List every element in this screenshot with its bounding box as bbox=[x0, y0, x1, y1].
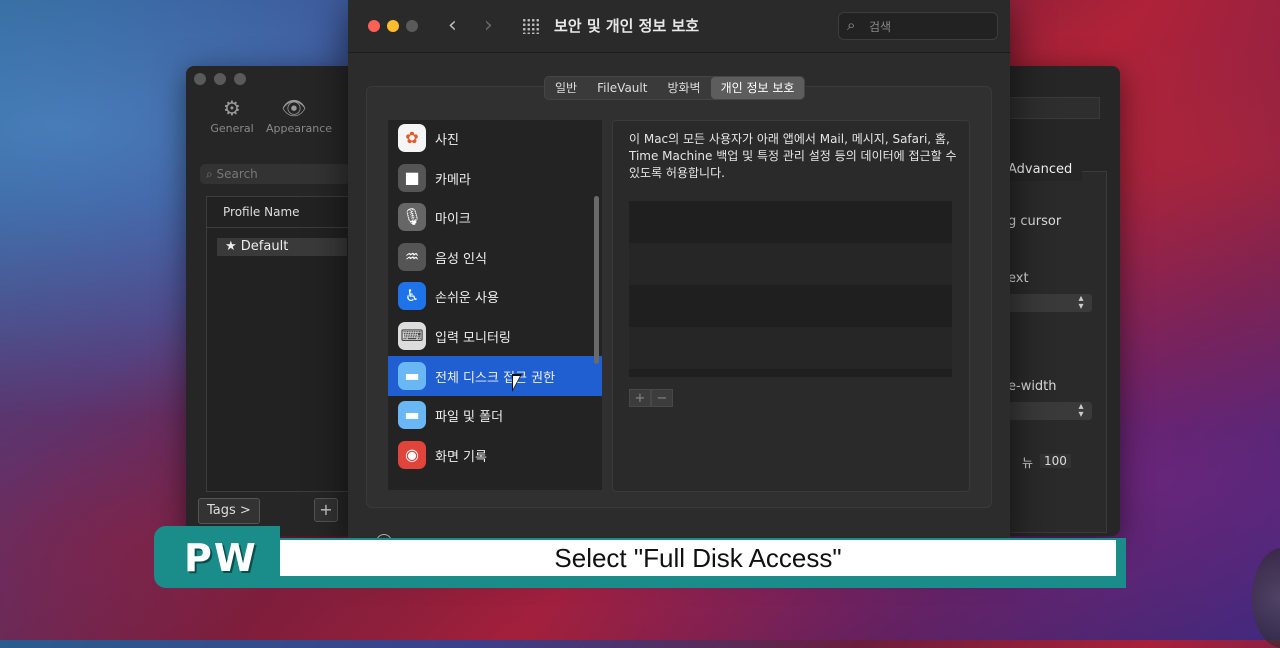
app-list[interactable] bbox=[629, 201, 952, 377]
table-row[interactable]: ★ Default bbox=[217, 238, 347, 256]
tab-advanced[interactable]: Advanced bbox=[1008, 159, 1083, 181]
list-scrollbar[interactable] bbox=[594, 196, 599, 364]
camera-icon: ■ bbox=[398, 163, 426, 192]
toolbar-general[interactable]: ⚙ General bbox=[204, 96, 260, 135]
setting-select[interactable]: ▴ ▾ bbox=[1008, 402, 1092, 420]
privacy-item-label: 입력 모니터링 bbox=[435, 331, 511, 346]
minimize-button[interactable] bbox=[387, 20, 399, 32]
tab-filevault[interactable]: FileVault bbox=[587, 77, 657, 99]
profile-search-input[interactable]: ⌕ Search bbox=[200, 164, 350, 184]
search-icon: ⌕ bbox=[847, 16, 856, 34]
keyboard-icon: ⌨ bbox=[398, 322, 426, 350]
toolbar-field bbox=[1008, 97, 1100, 119]
privacy-item-label: 음성 인식 bbox=[435, 251, 487, 267]
toolbar-appearance[interactable]: 👁 Appearance bbox=[266, 96, 332, 135]
privacy-item-2[interactable]: 🎙 마이크 bbox=[388, 197, 602, 237]
list-row-stripe bbox=[629, 201, 952, 243]
setting-label: g cursor bbox=[1008, 214, 1062, 229]
titlebar: ‹ › 보안 및 개인 정보 보호 ⌕ bbox=[348, 0, 1010, 53]
photos-icon: ✿ bbox=[398, 124, 426, 152]
privacy-item-0[interactable]: ✿ 사진 bbox=[388, 120, 602, 158]
screen-recording-icon: ◉ bbox=[398, 440, 426, 469]
setting-select[interactable]: ▴ ▾ bbox=[1008, 294, 1092, 312]
mouse-pointer-fill bbox=[513, 376, 520, 389]
close-dot[interactable] bbox=[194, 73, 206, 85]
folder-icon: ▬ bbox=[398, 401, 426, 430]
tab-general[interactable]: 일반 bbox=[545, 77, 587, 99]
privacy-item-8[interactable]: ◉ 화면 기록 bbox=[388, 435, 602, 475]
gear-icon: ⚙ bbox=[223, 96, 241, 120]
close-button[interactable] bbox=[368, 20, 380, 32]
privacy-item-4[interactable]: ♿ 손쉬운 사용 bbox=[388, 276, 602, 316]
privacy-item-1[interactable]: ■ 카메라 bbox=[388, 158, 602, 198]
tab-bar: 일반 FileVault 방화벽 개인 정보 보호 bbox=[544, 76, 806, 100]
add-app-button[interactable]: + bbox=[629, 389, 651, 407]
speech-recognition-icon: ♒ bbox=[398, 242, 426, 271]
list-row-stripe bbox=[629, 369, 952, 377]
privacy-item-7[interactable]: ▬ 파일 및 폴더 bbox=[388, 395, 602, 435]
spin-label: 뉴 bbox=[1022, 456, 1034, 470]
background-window-left: ⚙ General 👁 Appearance ⌕ Search Profile … bbox=[186, 66, 356, 536]
microphone-icon: 🎙 bbox=[398, 203, 426, 232]
pw-logo: PW bbox=[154, 526, 280, 588]
back-button[interactable]: ‹ bbox=[448, 13, 457, 38]
setting-label: ext bbox=[1008, 271, 1029, 286]
list-row-stripe bbox=[629, 285, 952, 327]
background-window-right: Advanced g cursor ext ▴ ▾ e-width ▴ ▾ 뉴 10… bbox=[1008, 66, 1120, 536]
privacy-item-label: 사진 bbox=[435, 133, 459, 148]
permission-panel: 이 Mac의 모든 사용자가 아래 앱에서 Mail, 메시지, Safari,… bbox=[612, 120, 970, 492]
spin-value-field[interactable]: 100 bbox=[1040, 454, 1071, 468]
window-title: 보안 및 개인 정보 보호 bbox=[554, 17, 700, 35]
search-icon: ⌕ bbox=[206, 167, 217, 181]
privacy-item-label: 파일 및 폴더 bbox=[435, 410, 504, 426]
permission-description: 이 Mac의 모든 사용자가 아래 앱에서 Mail, 메시지, Safari,… bbox=[629, 132, 957, 180]
setting-label: e-width bbox=[1008, 379, 1057, 394]
privacy-item-label: 손쉬운 사용 bbox=[435, 291, 499, 307]
accessibility-icon: ♿ bbox=[398, 282, 426, 311]
minimize-dot[interactable] bbox=[214, 73, 226, 85]
privacy-item-6[interactable]: ▬ 전체 디스크 접근 권한 bbox=[388, 355, 602, 396]
show-all-grid-icon[interactable] bbox=[522, 18, 540, 34]
caption-text: Select "Full Disk Access" bbox=[280, 540, 1116, 576]
tags-button[interactable]: Tags > bbox=[198, 498, 260, 524]
folder-icon: ▬ bbox=[398, 361, 426, 390]
chevron-updown-icon: ▴ ▾ bbox=[1078, 401, 1084, 420]
profile-table: Profile Name ★ Default bbox=[206, 196, 356, 492]
privacy-item-5[interactable]: ⌨ 입력 모니터링 bbox=[388, 316, 602, 356]
privacy-item-label: 화면 기록 bbox=[435, 449, 487, 465]
privacy-item-label: 카메라 bbox=[435, 172, 471, 188]
tab-firewall[interactable]: 방화벽 bbox=[657, 77, 710, 99]
search-input[interactable] bbox=[867, 18, 991, 36]
tab-privacy[interactable]: 개인 정보 보호 bbox=[710, 77, 805, 99]
privacy-item-label: 전체 디스크 접근 권한 bbox=[435, 370, 556, 386]
add-remove-buttons: + − bbox=[629, 389, 673, 407]
add-profile-button[interactable]: + bbox=[314, 498, 338, 522]
security-privacy-window: ‹ › 보안 및 개인 정보 보호 ⌕ 일반 FileVault 방화벽 개인 … bbox=[348, 0, 1010, 548]
zoom-dot[interactable] bbox=[234, 73, 246, 85]
chevron-updown-icon: ▴ ▾ bbox=[1078, 293, 1084, 312]
eye-icon: 👁 bbox=[281, 96, 307, 120]
remove-app-button[interactable]: − bbox=[651, 389, 673, 407]
search-field[interactable]: ⌕ bbox=[838, 12, 998, 40]
privacy-item-3[interactable]: ♒ 음성 인식 bbox=[388, 237, 602, 277]
zoom-button[interactable] bbox=[406, 20, 418, 32]
forward-button[interactable]: › bbox=[484, 13, 493, 38]
privacy-category-list: ✿ 사진 ■ 카메라 🎙 마이크 ♒ 음성 인식 ♿ 손쉬운 사용 ⌨ 입력 모니터링 ▬ 전체 디스크 … bbox=[388, 120, 602, 490]
privacy-item-label: 마이크 bbox=[435, 212, 471, 228]
caption-banner: PW Select "Full Disk Access" bbox=[154, 526, 1126, 588]
table-header: Profile Name bbox=[207, 197, 356, 228]
